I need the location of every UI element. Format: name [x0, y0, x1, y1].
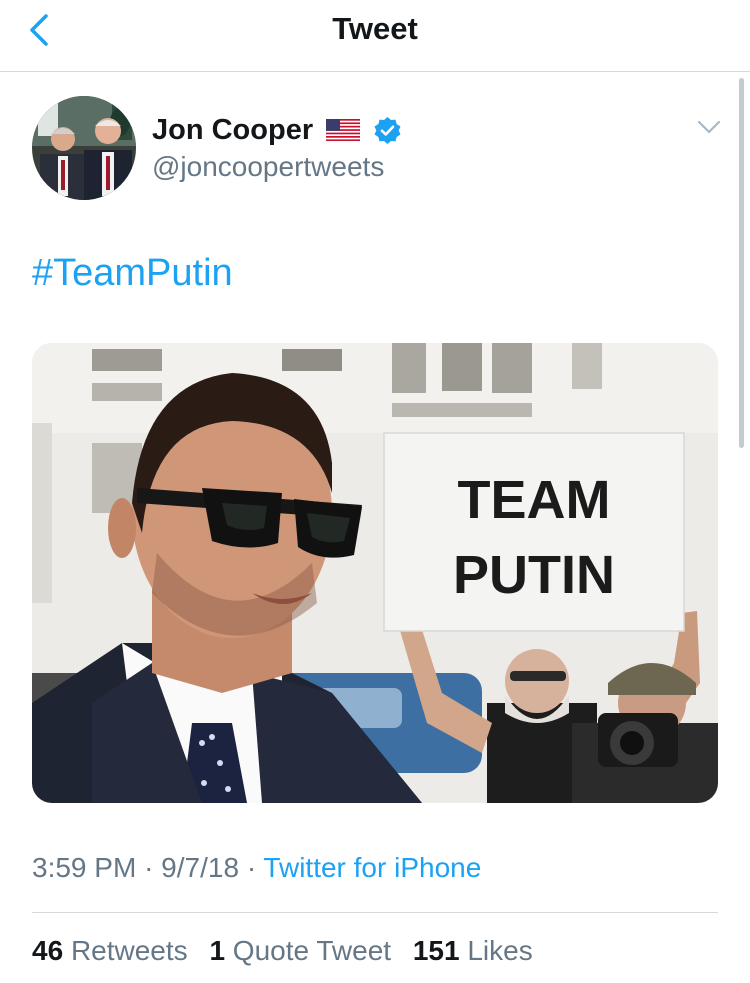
meta-separator: · [246, 852, 257, 883]
author-handle[interactable]: @joncoopertweets [152, 150, 384, 184]
scrollbar[interactable] [739, 78, 744, 448]
quote-tweets-label: Quote Tweet [232, 935, 392, 966]
author-name[interactable]: Jon Cooper [152, 113, 313, 147]
engagement-stats: 46 Retweets 1 Quote Tweet 151 Likes [32, 933, 547, 969]
nav-title: Tweet [332, 11, 418, 46]
tweet-text-hashtag[interactable]: #TeamPutin [32, 250, 233, 296]
tweet-source-link[interactable]: Twitter for iPhone [263, 852, 481, 883]
sign-text-line2: PUTIN [453, 545, 615, 605]
meta-separator: · [144, 852, 154, 883]
tweet-date: 9/7/18 [161, 852, 240, 883]
divider [32, 912, 718, 913]
likes-count: 151 [412, 935, 460, 966]
likes-stat[interactable]: 151 Likes [413, 933, 533, 969]
nav-bar: Tweet [0, 0, 750, 72]
sign-text-line1: TEAM [458, 470, 611, 530]
retweets-stat[interactable]: 46 Retweets [32, 933, 188, 969]
tweet-media-photo[interactable]: TEAM PUTIN [32, 343, 718, 803]
quote-tweets-stat[interactable]: 1 Quote Tweet [209, 933, 391, 969]
quote-tweets-count: 1 [209, 935, 226, 966]
tweet-metadata: 3:59 PM · 9/7/18 · Twitter for iPhone [32, 850, 481, 886]
likes-label: Likes [467, 935, 533, 966]
retweets-label: Retweets [70, 935, 188, 966]
avatar[interactable] [32, 96, 136, 200]
tweet-time: 3:59 PM [32, 852, 137, 883]
chevron-down-icon[interactable] [696, 118, 722, 136]
retweets-count: 46 [32, 935, 64, 966]
us-flag-icon [326, 119, 360, 141]
verified-badge-icon [374, 117, 401, 144]
